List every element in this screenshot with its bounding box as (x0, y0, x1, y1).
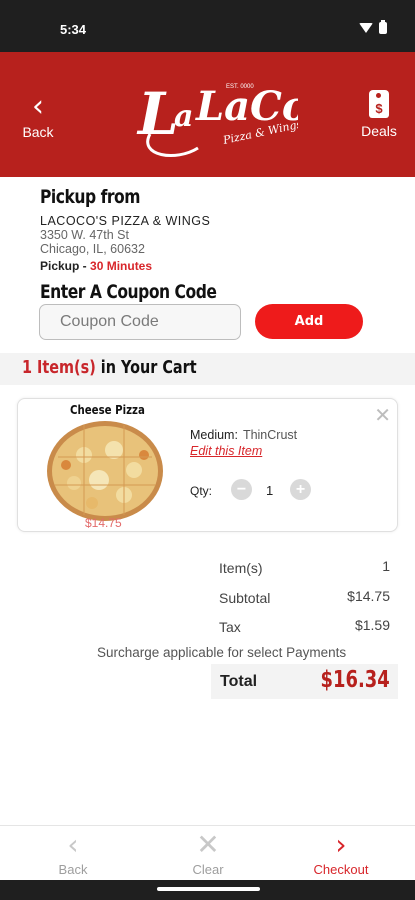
summary-tax-label: Tax (219, 619, 241, 635)
edit-item-link[interactable]: Edit this Item (190, 444, 262, 458)
total-value: $16.34 (320, 667, 390, 693)
nav-checkout-label: Checkout (313, 862, 369, 877)
chevron-right-icon: › (335, 828, 347, 861)
status-icons (359, 20, 387, 34)
pickup-section: Pickup from LACOCO'S PIZZA & WINGS 3350 … (40, 186, 380, 273)
summary-tax-value: $1.59 (354, 617, 390, 633)
deals-label: Deals (361, 123, 397, 139)
qty-decrement-button[interactable]: − (231, 479, 252, 500)
pizza-image (47, 421, 163, 521)
store-address-line1: 3350 W. 47th St (40, 228, 129, 242)
add-coupon-button[interactable]: Add (255, 304, 363, 339)
home-indicator[interactable] (157, 887, 260, 891)
logo-est: EST. 0000 (226, 84, 254, 90)
surcharge-note: Surcharge applicable for select Payments (97, 645, 347, 660)
nav-clear-button[interactable]: ✕ Clear (173, 828, 243, 878)
nav-back-label: Back (58, 862, 88, 877)
header-back-label: Back (22, 124, 54, 140)
coupon-code-input[interactable] (39, 304, 241, 340)
qty-value: 1 (266, 483, 274, 498)
qty-increment-button[interactable]: + (290, 479, 311, 500)
wifi-icon (359, 23, 373, 33)
app-header: ‹ Back L a LaCoco's EST. 0000 Pizza & Wi… (0, 52, 415, 177)
clear-x-icon: ✕ (196, 828, 220, 861)
store-address-line2: Chicago, IL, 60632 (40, 242, 145, 256)
svg-text:a: a (174, 99, 193, 134)
nav-back-button[interactable]: ‹ Back (38, 828, 108, 878)
item-price: $14.75 (85, 516, 122, 530)
pickup-time: Pickup - 30 Minutes (40, 259, 153, 273)
deals-button[interactable]: $ Deals (357, 90, 401, 139)
header-back-button[interactable]: ‹ Back (18, 89, 58, 141)
status-bar: 5:34 (0, 0, 415, 52)
summary-subtotal-label: Subtotal (219, 590, 271, 606)
status-time: 5:34 (60, 22, 87, 37)
chevron-left-icon: ‹ (32, 89, 44, 124)
cart-heading: 1 Item(s) in Your Cart (22, 357, 197, 378)
battery-icon (379, 20, 387, 34)
lacocos-logo: L a LaCoco's EST. 0000 Pizza & Wings (136, 80, 298, 157)
qty-label: Qty: (190, 484, 213, 498)
store-name: LACOCO'S PIZZA & WINGS (40, 214, 211, 228)
pickup-title: Pickup from (40, 186, 141, 208)
remove-item-close-icon[interactable]: ✕ (374, 403, 391, 427)
total-band: Total $16.34 (211, 664, 398, 699)
coupon-title: Enter A Coupon Code (40, 281, 217, 303)
chevron-left-icon: ‹ (67, 828, 79, 861)
cart-heading-band: 1 Item(s) in Your Cart (0, 353, 415, 385)
price-tag-icon: $ (369, 90, 389, 118)
bottom-nav: ‹ Back ✕ Clear › Checkout (0, 825, 415, 880)
svg-text:L: L (136, 80, 179, 148)
summary-subtotal-value: $14.75 (347, 588, 390, 604)
item-option: Medium: ThinCrust (190, 428, 298, 442)
summary-items-label: Item(s) (219, 560, 263, 576)
nav-clear-label: Clear (192, 862, 224, 877)
nav-checkout-button[interactable]: › Checkout (306, 828, 376, 878)
total-label: Total (220, 673, 258, 690)
cart-item-card: Cheese Pizza $14.75 ✕ Medium: ThinCrust E… (17, 398, 398, 532)
summary-items-value: 1 (382, 558, 390, 574)
gesture-bar (0, 880, 415, 900)
